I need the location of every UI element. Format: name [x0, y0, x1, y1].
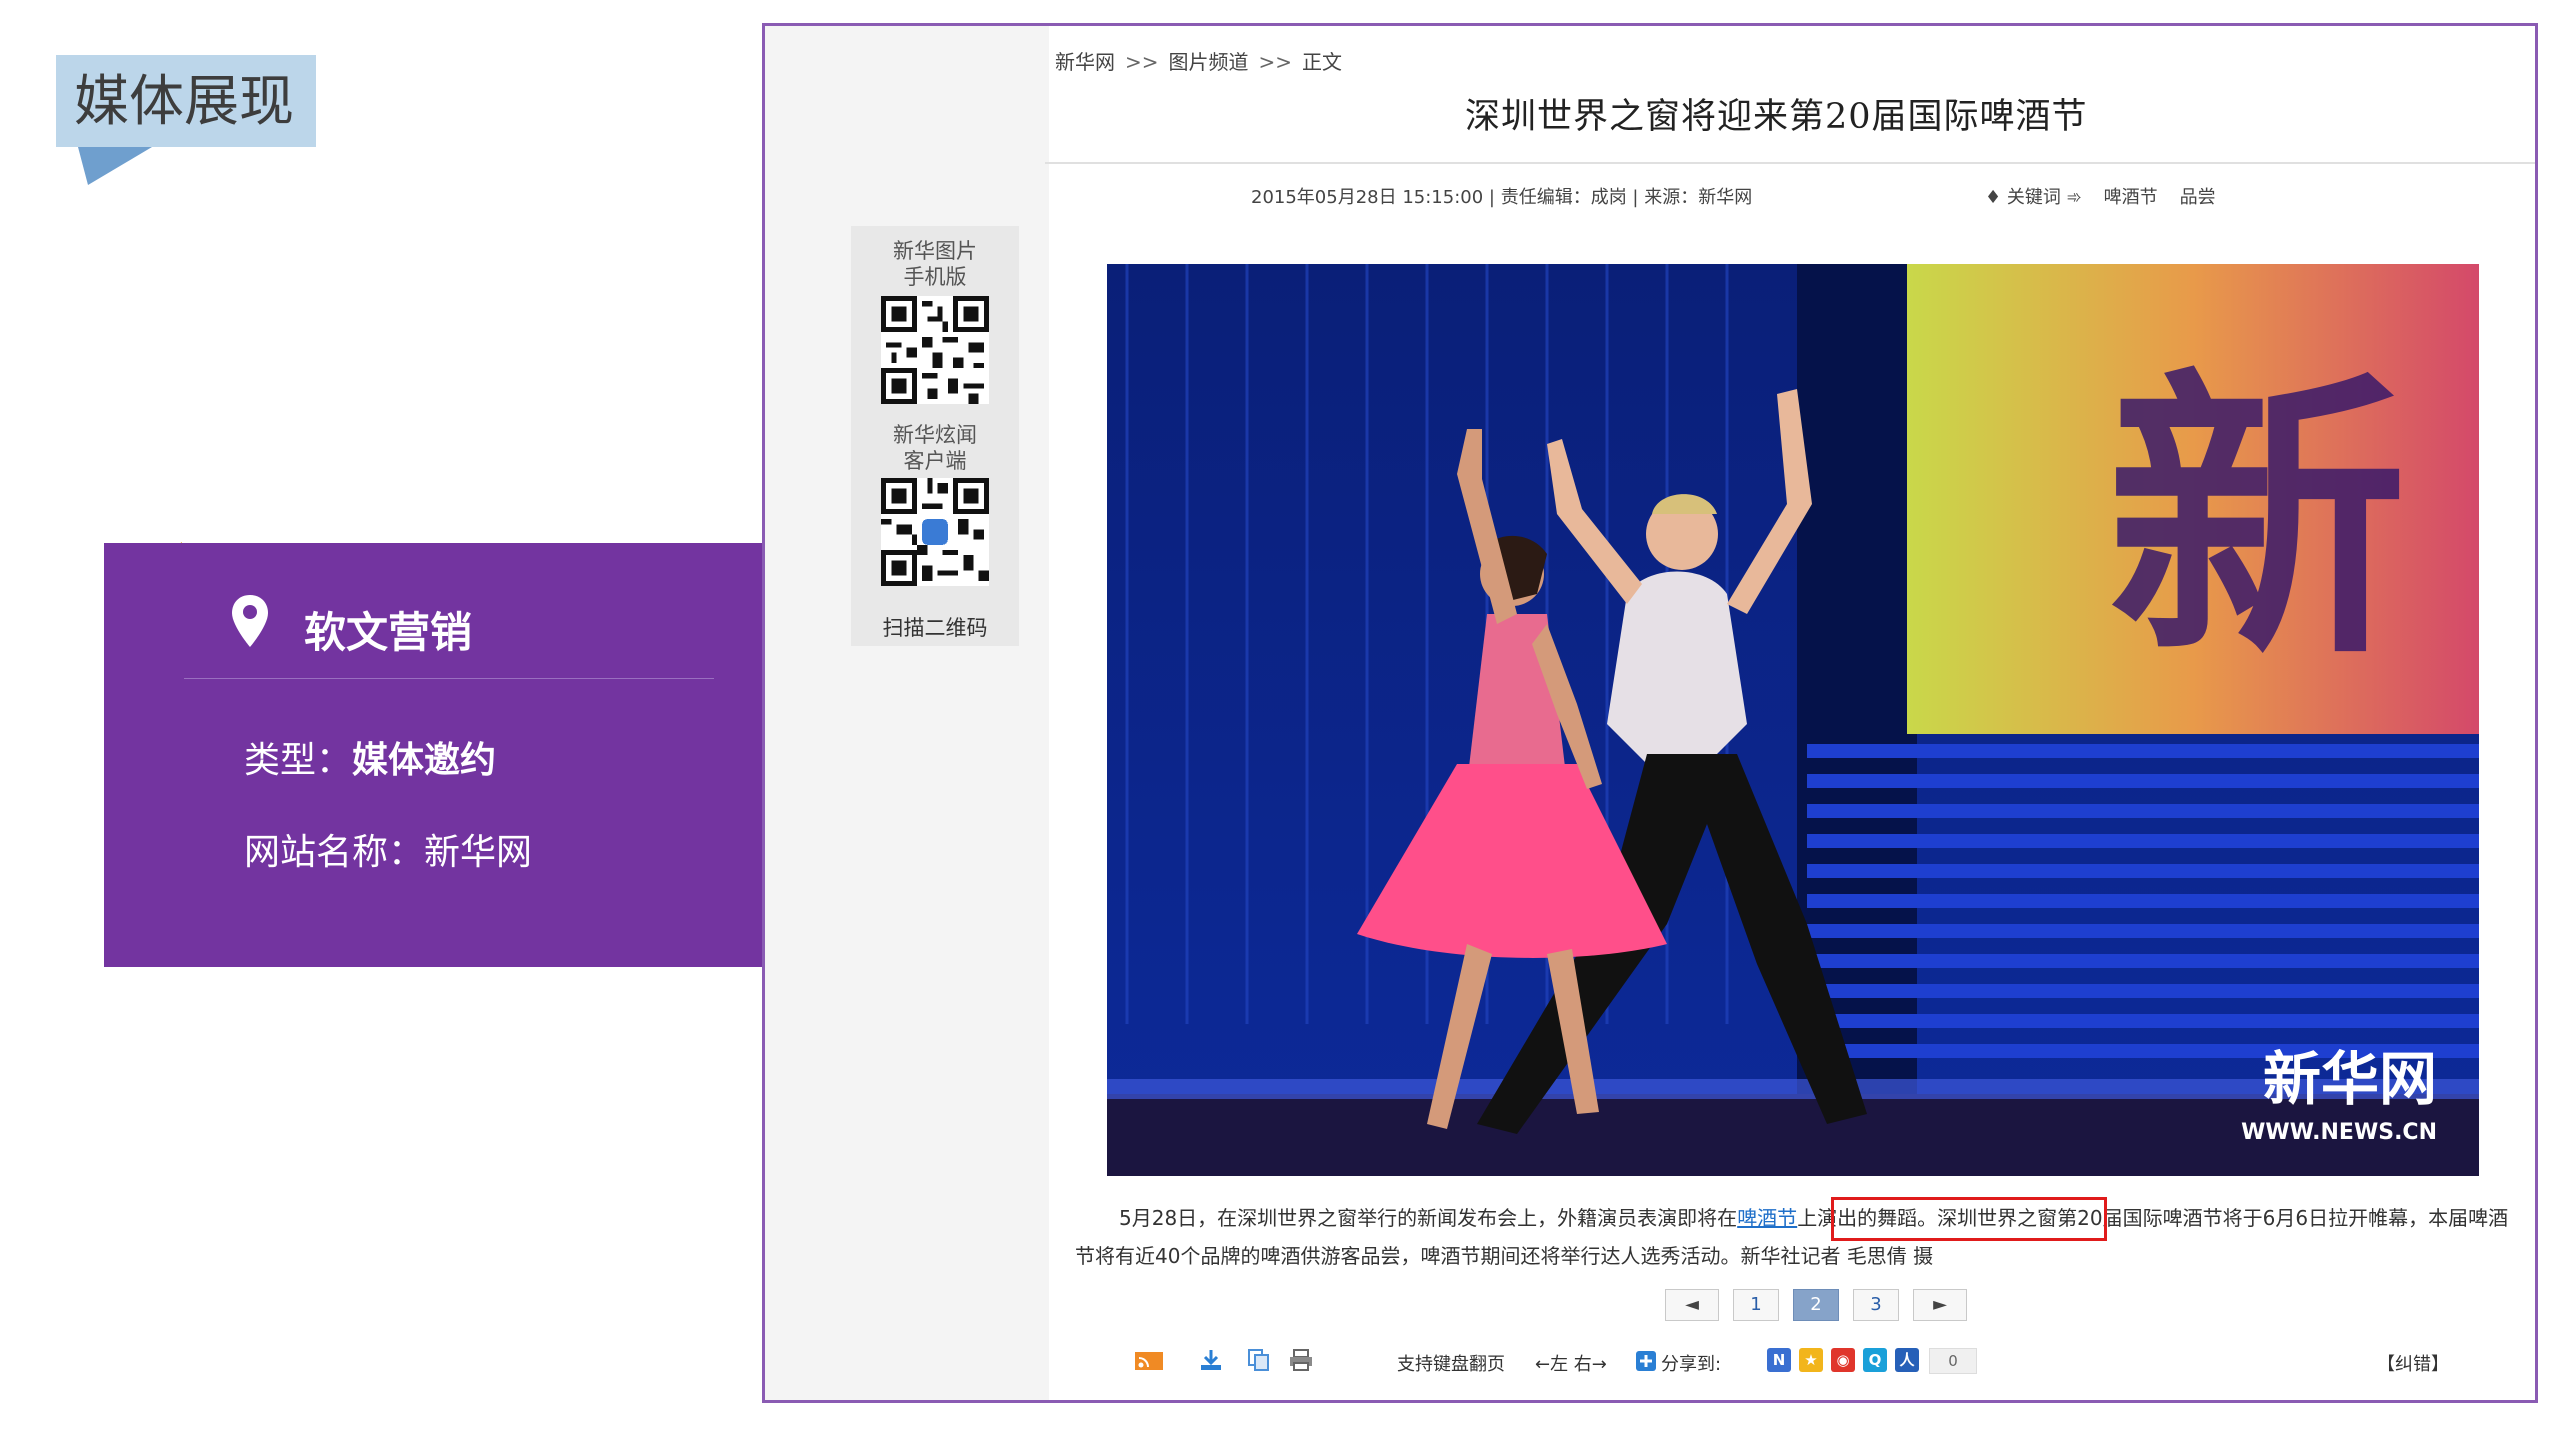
share-count: 0: [1929, 1348, 1977, 1374]
qr-label-client-line1: 新华炫闻: [893, 423, 977, 447]
slide-title-tag: 媒体展现: [56, 55, 316, 147]
breadcrumb-current: 正文: [1302, 50, 1343, 74]
svg-text:新: 新: [2107, 346, 2407, 695]
type-label: 类型：: [244, 740, 353, 781]
qr-code-mobile[interactable]: [881, 296, 989, 404]
copy-icon[interactable]: [1245, 1348, 1273, 1372]
article-photo[interactable]: 新 新华网 WWW.NEWS.CN: [1107, 264, 2479, 1176]
share-weibo-blue-icon[interactable]: N: [1767, 1348, 1791, 1372]
breadcrumb-photo-channel[interactable]: 图片频道: [1169, 50, 1249, 74]
share-label: 分享到:: [1661, 1354, 1722, 1375]
keyword-link[interactable]: 品尝: [2180, 187, 2216, 208]
qr-label-mobile-line1: 新华图片: [893, 239, 977, 263]
share-renren-icon[interactable]: 人: [1895, 1348, 1919, 1372]
share-star-icon[interactable]: ★: [1799, 1348, 1823, 1372]
keyboard-keys: ←左 右→: [1535, 1354, 1607, 1375]
site-value: 新华网: [424, 832, 533, 873]
article-toolbar: 支持键盘翻页 ←左 右→ 分享到: N ★ ◉ Q 人 0 【纠错】: [1135, 1346, 2515, 1380]
qr-label-mobile-line2: 手机版: [903, 265, 967, 289]
qr-scan-label: 扫描二维码: [882, 616, 988, 640]
prev-page-button[interactable]: ◄: [1665, 1289, 1719, 1321]
article-screenshot: 新华图片 手机版 新华炫闻 客户端 扫描二维码 新华网 >> 图片频道 >> 正…: [762, 23, 2538, 1403]
card-heading: 软文营销: [304, 608, 473, 657]
download-icon[interactable]: [1197, 1348, 1225, 1372]
highlight-box: [1831, 1197, 2107, 1241]
rss-icon[interactable]: [1135, 1348, 1163, 1372]
site-label: 网站名称：: [244, 832, 425, 873]
qr-label-client: 新华炫闻 客户端: [851, 422, 1019, 474]
article-headline: 深圳世界之窗将迎来第20届国际啤酒节: [1465, 97, 2088, 137]
article-meta: 2015年05月28日 15:15:00 | 责任编辑：成岗 | 来源：新华网: [1251, 187, 1753, 208]
print-icon[interactable]: [1287, 1348, 1315, 1372]
next-page-button[interactable]: ►: [1913, 1289, 1967, 1321]
breadcrumb-separator: >>: [1125, 50, 1159, 74]
qr-code-client[interactable]: [881, 478, 989, 586]
breadcrumb-home[interactable]: 新华网: [1055, 50, 1115, 74]
photo-watermark-url: WWW.NEWS.CN: [2241, 1120, 2437, 1145]
keyboard-hint: 支持键盘翻页: [1397, 1354, 1505, 1375]
page-3-button[interactable]: 3: [1853, 1289, 1899, 1321]
share-plus-icon[interactable]: [1635, 1348, 1657, 1372]
location-pin-icon: [232, 595, 268, 647]
info-card: 软文营销 类型：媒体邀约 网站名称：新华网: [104, 543, 764, 967]
qr-label-client-line2: 客户端: [903, 449, 967, 473]
caption-text-1: 5月28日，在深圳世界之窗举行的新闻发布会上，外籍演员表演即将在: [1119, 1206, 1738, 1230]
headline-divider: [1045, 162, 2535, 164]
breadcrumb: 新华网 >> 图片频道 >> 正文: [1055, 46, 1342, 75]
keyword-link[interactable]: 啤酒节: [2104, 187, 2158, 208]
breadcrumb-separator: >>: [1258, 50, 1293, 74]
slide-title: 媒体展现: [74, 69, 295, 133]
card-type-row: 类型：媒体邀约: [244, 731, 496, 783]
page-2-button[interactable]: 2: [1793, 1289, 1839, 1321]
correction-link[interactable]: 【纠错】: [2377, 1350, 2449, 1376]
qr-panel: 新华图片 手机版 新华炫闻 客户端: [851, 226, 1019, 646]
page-1-button[interactable]: 1: [1733, 1289, 1779, 1321]
caption-keyword-link[interactable]: 啤酒节: [1737, 1206, 1797, 1230]
card-site-row: 网站名称：新华网: [244, 823, 532, 875]
photo-caption: 5月28日，在深圳世界之窗举行的新闻发布会上，外籍演员表演即将在啤酒节上演出的舞…: [1075, 1199, 2515, 1275]
share-qzone-icon[interactable]: Q: [1863, 1348, 1887, 1372]
pagination: ◄ 1 2 3 ►: [1665, 1289, 1967, 1323]
share-sina-weibo-icon[interactable]: ◉: [1831, 1348, 1855, 1372]
article-keywords: ♦ 关键词 ➾ 啤酒节 品尝: [1985, 183, 2216, 209]
qr-label-mobile: 新华图片 手机版: [851, 238, 1019, 290]
photo-watermark: 新华网: [2263, 1045, 2437, 1113]
keywords-label: ♦ 关键词 ➾: [1985, 187, 2082, 208]
title-tag-tail: [78, 147, 152, 185]
type-value: 媒体邀约: [352, 740, 497, 781]
card-divider: [184, 678, 714, 679]
